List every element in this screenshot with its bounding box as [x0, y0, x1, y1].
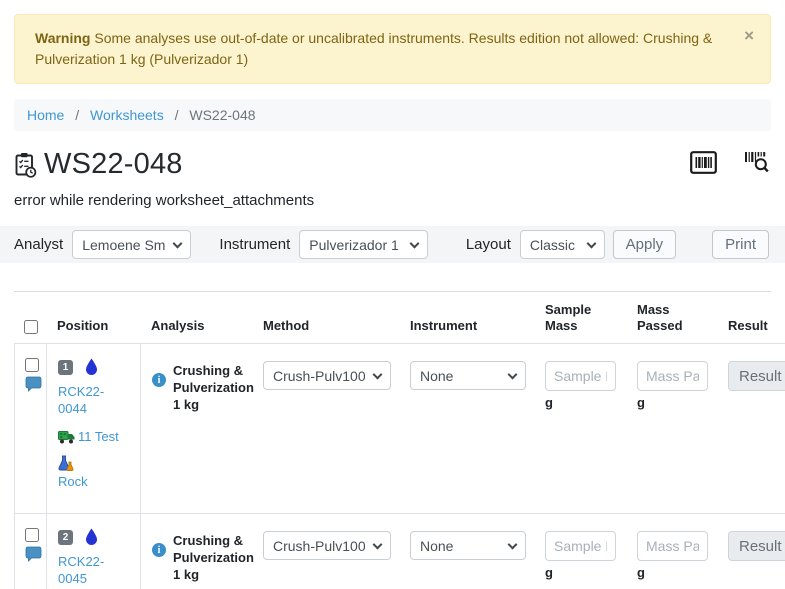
breadcrumb-current: WS22-048: [189, 107, 255, 123]
result-input: [728, 531, 785, 561]
unit-label: g: [545, 395, 627, 410]
table-row: 1 RCK22-0044 11 Test: [14, 344, 785, 514]
layout-label: Layout: [466, 236, 511, 253]
comment-icon[interactable]: [25, 546, 42, 562]
instrument-label: Instrument: [219, 236, 290, 253]
column-header-instrument: Instrument: [400, 292, 535, 343]
client-reference-link[interactable]: 11 Test: [78, 429, 119, 444]
analysis-name: Crushing & Pulverization 1 kg: [173, 362, 254, 513]
sample-mass-input[interactable]: [545, 531, 616, 561]
warning-message: Some analyses use out-of-date or uncalib…: [35, 30, 712, 67]
table-row: 2 RCK22-0045 i Crushing & Pulverization …: [14, 514, 785, 589]
worksheet-toolbar: Analyst Lemoene Smit Instrument Pulveriz…: [0, 226, 785, 263]
sample-id-link[interactable]: RCK22-0045: [58, 553, 120, 587]
sample-id-link[interactable]: RCK22-0044: [58, 383, 120, 417]
column-header-position: Position: [47, 292, 141, 343]
barcode-search-icon[interactable]: [744, 151, 769, 179]
info-icon[interactable]: i: [152, 543, 166, 557]
column-header-sample-mass: Sample Mass: [535, 292, 605, 343]
breadcrumb-worksheets-link[interactable]: Worksheets: [90, 107, 164, 123]
breadcrumb-separator: /: [75, 107, 79, 123]
unit-label: g: [637, 565, 718, 580]
analyst-label: Analyst: [14, 236, 63, 253]
comment-icon[interactable]: [25, 376, 42, 392]
warning-title: Warning: [35, 30, 90, 46]
sample-drop-icon: [85, 358, 98, 379]
sample-drop-icon: [85, 528, 98, 549]
unit-label: g: [637, 395, 718, 410]
method-select[interactable]: Crush-Pulv1000: [263, 361, 391, 390]
table-header-row: Position Analysis Method Instrument Samp…: [14, 292, 785, 344]
row-instrument-select[interactable]: None: [410, 361, 526, 390]
column-header-mass-passed: Mass Passed: [627, 292, 697, 343]
mass-passed-input[interactable]: [637, 531, 708, 561]
mass-passed-input[interactable]: [637, 361, 708, 391]
sample-type-flask-icon: [58, 455, 74, 472]
analysis-name: Crushing & Pulverization 1 kg: [173, 532, 254, 589]
column-header-method: Method: [253, 292, 400, 343]
breadcrumb-separator: /: [175, 107, 179, 123]
instrument-select[interactable]: Pulverizador 1: [299, 230, 428, 259]
page-title: WS22-048: [44, 148, 183, 181]
print-button[interactable]: Print: [712, 230, 769, 259]
info-icon[interactable]: i: [152, 373, 166, 387]
apply-button[interactable]: Apply: [613, 230, 677, 259]
worksheet-icon: [14, 152, 37, 178]
worksheet-table: Position Analysis Method Instrument Samp…: [14, 291, 785, 589]
breadcrumb-home-link[interactable]: Home: [27, 107, 64, 123]
position-badge: 1: [58, 360, 73, 375]
unit-label: g: [545, 565, 627, 580]
row-instrument-select[interactable]: None: [410, 531, 526, 560]
select-all-checkbox[interactable]: [24, 320, 38, 334]
method-select[interactable]: Crush-Pulv1000: [263, 531, 391, 560]
warning-banner: Warning Some analyses use out-of-date or…: [14, 14, 771, 84]
sample-type-link[interactable]: Rock: [58, 474, 88, 489]
close-icon[interactable]: ×: [744, 27, 754, 44]
column-header-analysis: Analysis: [141, 292, 253, 343]
truck-icon: [58, 431, 75, 444]
row-checkbox[interactable]: [25, 358, 39, 372]
analyst-select[interactable]: Lemoene Smit: [72, 230, 191, 259]
column-header-result: Result: [718, 292, 785, 343]
sample-mass-input[interactable]: [545, 361, 616, 391]
position-badge: 2: [58, 530, 73, 545]
render-error-text: error while rendering worksheet_attachme…: [14, 192, 771, 209]
breadcrumb: Home / Worksheets / WS22-048: [14, 99, 771, 131]
result-input: [728, 361, 785, 391]
layout-select[interactable]: Classic: [520, 230, 605, 259]
barcode-icon[interactable]: [690, 151, 717, 179]
row-checkbox[interactable]: [25, 528, 39, 542]
